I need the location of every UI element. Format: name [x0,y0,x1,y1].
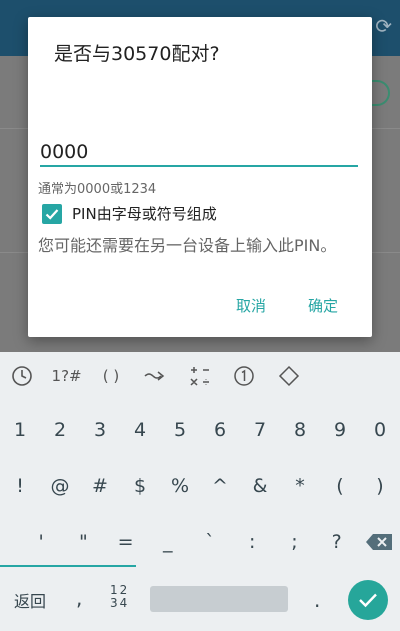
diamond-icon[interactable] [266,352,310,400]
key[interactable]: : [231,514,273,570]
key[interactable]: " [62,514,104,570]
key[interactable]: ; [273,514,315,570]
circled-one-icon[interactable] [222,352,266,400]
checkbox-label: PIN由字母或符号组成 [72,205,217,223]
key[interactable]: % [160,458,200,514]
key[interactable]: ^ [200,458,240,514]
key[interactable]: $ [120,458,160,514]
key[interactable]: ' [20,514,62,570]
comma-key[interactable]: , [76,586,82,610]
key[interactable]: * [280,458,320,514]
enter-key[interactable] [348,580,388,620]
back-key[interactable]: 返回 [14,588,46,612]
pin-input[interactable] [40,139,358,167]
math-operators-icon[interactable] [178,352,222,400]
brackets-tab[interactable]: ( ) [89,352,133,400]
keyboard-toolbar: 1?# ( ) [0,352,400,400]
refresh-icon: ⟳ [375,14,392,38]
active-page-indicator [0,565,136,567]
key[interactable]: 4 [120,402,160,458]
key[interactable]: @ [40,458,80,514]
key[interactable]: 6 [200,402,240,458]
key[interactable]: 7 [240,402,280,458]
key[interactable]: ( [320,458,360,514]
key[interactable]: # [80,458,120,514]
alphanumeric-pin-checkbox[interactable] [42,203,62,224]
key[interactable]: ` [189,514,231,570]
clock-icon[interactable] [0,352,44,400]
punctuation-row: ' " = _ ` : ; ? [0,514,400,570]
key[interactable]: _ [147,514,189,570]
key[interactable]: = [104,514,146,570]
cancel-button[interactable]: 取消 [236,295,266,316]
symbol-row: ! @ # $ % ^ & * ( ) [0,458,400,514]
arrow-right-icon[interactable] [133,352,177,400]
key[interactable]: ) [360,458,400,514]
period-key[interactable]: . [314,588,320,612]
number-pad-switch-key[interactable]: 12 34 [110,584,129,610]
pin-hint: 通常为0000或1234 [38,182,157,197]
alphanumeric-pin-option[interactable]: PIN由字母或符号组成 [42,203,217,224]
backspace-key[interactable] [358,514,400,570]
checkmark-icon [359,593,377,608]
key[interactable]: 8 [280,402,320,458]
pairing-dialog: 是否与30570配对? 通常为0000或1234 PIN由字母或符号组成 您可能… [28,17,372,337]
backspace-icon [365,534,392,550]
key[interactable]: 1 [0,402,40,458]
keyboard-bottom-row: 返回 , 12 34 . [0,568,400,631]
key[interactable]: ? [316,514,358,570]
key[interactable]: 0 [360,402,400,458]
number-row: 1 2 3 4 5 6 7 8 9 0 [0,402,400,458]
key[interactable]: 9 [320,402,360,458]
key[interactable]: 3 [80,402,120,458]
number-pad-switch-bottom: 34 [110,596,130,610]
key[interactable]: 2 [40,402,80,458]
space-key[interactable] [150,586,288,612]
key[interactable]: & [240,458,280,514]
ok-button[interactable]: 确定 [308,295,338,316]
dialog-description: 您可能还需要在另一台设备上输入此PIN。 [38,236,337,255]
key[interactable]: ! [0,458,40,514]
symbols-tab[interactable]: 1?# [44,352,88,400]
dialog-title: 是否与30570配对? [54,43,220,65]
key[interactable]: 5 [160,402,200,458]
checkmark-icon [45,208,59,220]
